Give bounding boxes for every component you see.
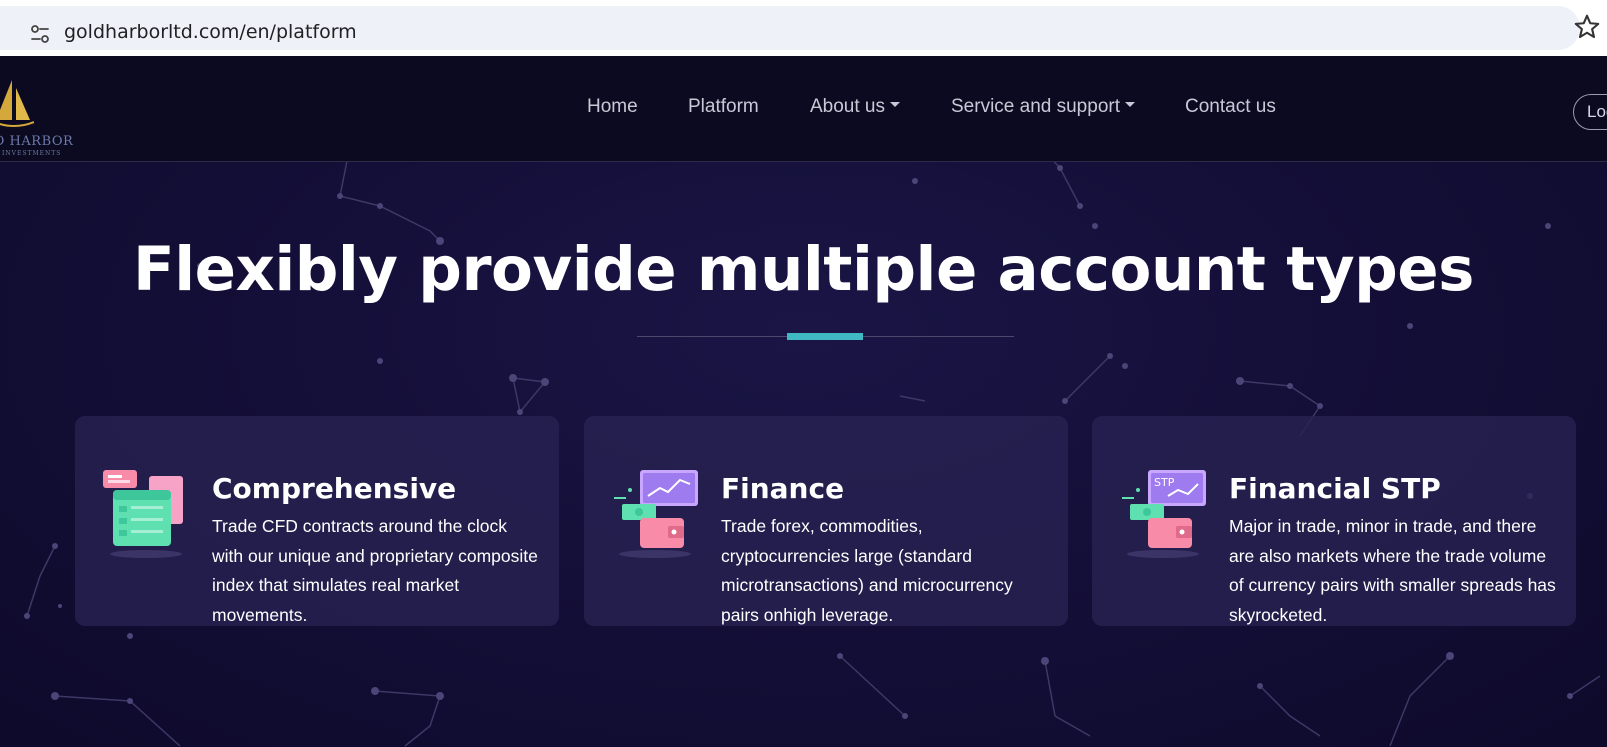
card-description: Major in trade, minor in trade, and ther…: [1229, 516, 1556, 625]
account-card-financial-stp: STP Financial STP Major in trade, minor …: [1092, 416, 1576, 626]
documents-illustration-icon: [103, 470, 183, 558]
platform-page: D HARBOR INVESTMENTS Home Platform About…: [0, 56, 1607, 747]
browser-address-bar: goldharborltd.com/en/platform: [0, 0, 1607, 56]
sailboat-logo-icon: [0, 80, 34, 127]
chevron-down-icon: [1125, 102, 1135, 108]
url-field[interactable]: goldharborltd.com/en/platform: [0, 6, 1580, 50]
nav-platform[interactable]: Platform: [688, 96, 759, 118]
site-logo[interactable]: D HARBOR INVESTMENTS: [0, 70, 84, 157]
card-title: Financial STP: [1229, 472, 1441, 505]
stp-wallet-illustration-icon: STP: [1122, 470, 1206, 558]
nav-contact-us[interactable]: Contact us: [1185, 96, 1276, 118]
stp-label: STP: [1154, 476, 1175, 489]
chevron-down-icon: [890, 102, 900, 108]
page-title: Flexibly provide multiple account types: [133, 234, 1474, 305]
logo-text: D HARBOR: [0, 134, 74, 149]
star-icon[interactable]: [1572, 12, 1602, 42]
card-description: Trade forex, commodities, cryptocurrenci…: [721, 516, 1013, 625]
logo-subtext: INVESTMENTS: [2, 150, 62, 157]
title-accent-bar: [787, 333, 863, 340]
card-title: Finance: [721, 472, 845, 505]
wallet-chart-illustration-icon: [614, 470, 698, 558]
card-title: Comprehensive: [212, 472, 457, 505]
nav-service-support-label: Service and support: [951, 96, 1120, 117]
nav-about-us[interactable]: About us: [810, 96, 900, 118]
site-header: D HARBOR INVESTMENTS Home Platform About…: [0, 56, 1607, 162]
card-description: Trade CFD contracts around the clock wit…: [212, 516, 538, 625]
account-card-finance: Finance Trade forex, commodities, crypto…: [584, 416, 1068, 626]
url-text: goldharborltd.com/en/platform: [64, 21, 357, 43]
site-info-icon[interactable]: [28, 22, 52, 46]
nav-service-support[interactable]: Service and support: [951, 96, 1135, 118]
account-card-comprehensive: Comprehensive Trade CFD contracts around…: [75, 416, 559, 626]
nav-about-us-label: About us: [810, 96, 885, 117]
login-button[interactable]: Log: [1573, 94, 1607, 130]
nav-home[interactable]: Home: [587, 96, 638, 118]
